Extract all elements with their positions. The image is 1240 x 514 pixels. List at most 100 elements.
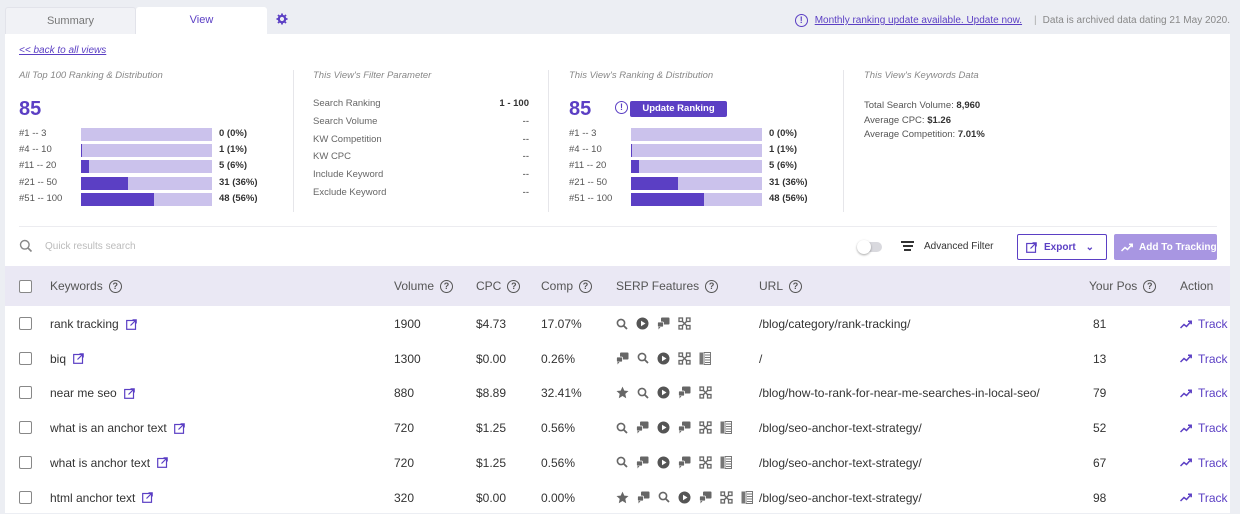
trend-icon: [1180, 389, 1192, 398]
section-title: This View's Ranking & Distribution: [569, 70, 839, 81]
filter-toggle[interactable]: [858, 242, 882, 252]
row-checkbox[interactable]: [19, 317, 32, 330]
knowledge-panel-icon: [720, 456, 736, 469]
help-icon[interactable]: ?: [109, 280, 122, 293]
help-icon[interactable]: ?: [440, 280, 453, 293]
average-cpc: $1.26: [927, 115, 951, 126]
update-now-link[interactable]: Monthly ranking update available. Update…: [815, 15, 1022, 26]
row-checkbox[interactable]: [19, 456, 32, 469]
pos-cell: 13: [1093, 352, 1106, 366]
range-label: #51 -- 100: [569, 193, 629, 204]
external-link-icon[interactable]: [73, 353, 84, 364]
section-title: This View's Keywords Data: [864, 70, 1114, 81]
gear-icon[interactable]: [276, 13, 288, 25]
volume-cell: 320: [394, 491, 414, 505]
knowledge-panel-icon: [699, 352, 715, 365]
divider: [293, 70, 294, 212]
view-ranking-section: This View's Ranking & Distribution 85 ! …: [569, 70, 839, 81]
range-label: #1 -- 3: [19, 128, 79, 139]
header-label: SERP Features: [616, 279, 699, 293]
keywords-data-section: This View's Keywords Data Total Search V…: [864, 70, 1114, 81]
distribution-bar: [631, 177, 762, 190]
export-button[interactable]: Export ⌄: [1017, 234, 1107, 260]
track-label: Track: [1198, 386, 1228, 400]
pos-cell: 52: [1093, 421, 1106, 435]
col-comp[interactable]: Comp?: [541, 279, 592, 293]
advanced-filter-button[interactable]: Advanced Filter: [901, 238, 993, 254]
header-label: Action: [1180, 279, 1213, 293]
row-checkbox[interactable]: [19, 491, 32, 504]
distribution-bar-fill: [81, 193, 154, 206]
comp-cell: 0.56%: [541, 421, 575, 435]
comp-cell: 0.56%: [541, 456, 575, 470]
filter-icon: [901, 239, 914, 253]
sitelinks-icon: [699, 386, 716, 399]
external-link-icon[interactable]: [174, 423, 185, 434]
comp-cell: 32.41%: [541, 386, 582, 400]
track-button[interactable]: Track: [1180, 491, 1228, 505]
add-to-tracking-button[interactable]: Add To Tracking: [1114, 234, 1217, 260]
url-cell: /: [759, 352, 762, 366]
external-link-icon[interactable]: [142, 492, 153, 503]
col-your-pos[interactable]: Your Pos?: [1089, 279, 1156, 293]
divider: [843, 70, 844, 212]
trend-icon: [1180, 354, 1192, 363]
distribution-row: #1 -- 30 (0%): [569, 128, 849, 141]
distribution-bar-fill: [631, 160, 639, 173]
track-button[interactable]: Track: [1180, 456, 1228, 470]
track-button[interactable]: Track: [1180, 386, 1228, 400]
help-icon[interactable]: ?: [705, 280, 718, 293]
distribution-row: #1 -- 30 (0%): [19, 128, 299, 141]
external-link-icon[interactable]: [124, 388, 135, 399]
col-volume[interactable]: Volume?: [394, 279, 453, 293]
row-checkbox[interactable]: [19, 421, 32, 434]
row-checkbox[interactable]: [19, 386, 32, 399]
distribution-row: #51 -- 10048 (56%): [569, 193, 849, 206]
keyword-text: biq: [50, 352, 66, 366]
range-label: #11 -- 20: [569, 160, 629, 171]
table-row: html anchor text320$0.000.00%/blog/seo-a…: [5, 480, 1230, 514]
keyword-text: near me seo: [50, 386, 117, 400]
external-link-icon[interactable]: [126, 319, 137, 330]
search-icon: [658, 491, 674, 503]
help-icon[interactable]: ?: [579, 280, 592, 293]
range-label: #4 -- 10: [569, 144, 629, 155]
filter-row: Search Volume--: [313, 116, 529, 130]
row-checkbox[interactable]: [19, 352, 32, 365]
help-icon[interactable]: ?: [789, 280, 802, 293]
chevron-down-icon: ⌄: [1086, 242, 1094, 253]
col-keywords[interactable]: Keywords?: [50, 279, 122, 293]
url-cell: /blog/seo-anchor-text-strategy/: [759, 491, 922, 505]
tab-summary[interactable]: Summary: [5, 7, 136, 34]
track-button[interactable]: Track: [1180, 421, 1228, 435]
update-ranking-button[interactable]: Update Ranking: [630, 101, 727, 117]
external-link-icon[interactable]: [157, 457, 168, 468]
col-cpc[interactable]: CPC?: [476, 279, 520, 293]
pos-cell: 79: [1093, 386, 1106, 400]
back-link[interactable]: << back to all views: [19, 45, 106, 56]
people-also-ask-icon: [636, 456, 653, 469]
select-all-checkbox[interactable]: [19, 280, 32, 293]
distribution-bar: [631, 128, 762, 141]
col-url[interactable]: URL?: [759, 279, 802, 293]
track-button[interactable]: Track: [1180, 352, 1228, 366]
help-icon[interactable]: ?: [507, 280, 520, 293]
search-icon: [19, 239, 33, 253]
col-serp-features[interactable]: SERP Features?: [616, 279, 718, 293]
help-icon[interactable]: ?: [1143, 280, 1156, 293]
search-input[interactable]: Quick results search: [45, 241, 136, 252]
total-search-volume: 8,960: [956, 100, 980, 111]
track-button[interactable]: Track: [1180, 317, 1228, 331]
tab-view[interactable]: View: [136, 7, 267, 34]
filter-value: --: [523, 187, 529, 198]
filter-row: KW CPC--: [313, 151, 529, 165]
cpc-cell: $4.73: [476, 317, 506, 331]
range-label: #21 -- 50: [569, 177, 629, 188]
distribution-bar-fill: [631, 144, 632, 157]
range-label: #51 -- 100: [19, 193, 79, 204]
video-icon: [657, 421, 674, 434]
keyword-cell: biq: [50, 352, 84, 366]
distribution-bar-fill: [631, 193, 704, 206]
video-icon: [657, 386, 674, 399]
range-label: #21 -- 50: [19, 177, 79, 188]
